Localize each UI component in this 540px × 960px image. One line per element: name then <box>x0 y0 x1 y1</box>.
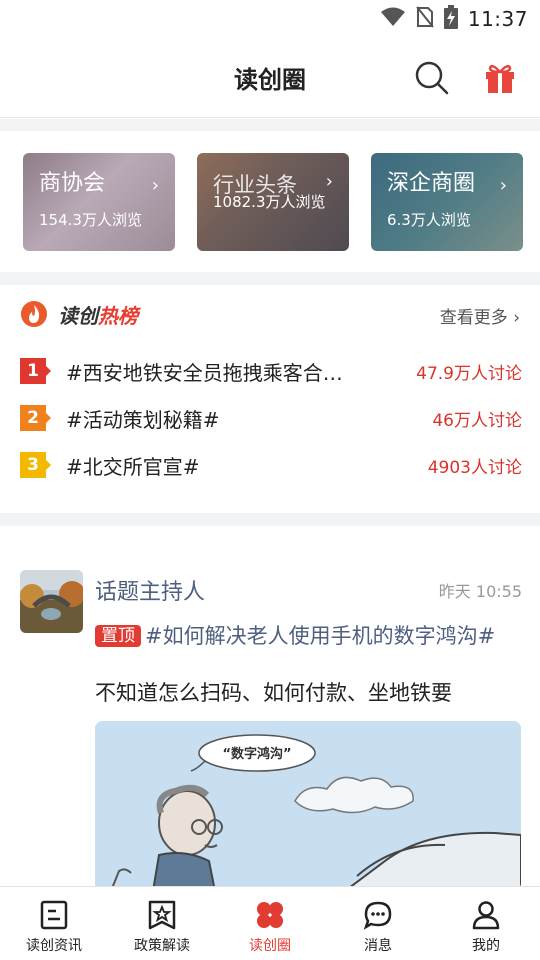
gift-icon <box>486 64 514 93</box>
hot-list-header: 读创热榜 <box>20 299 138 329</box>
post-topic: #如何解决老人使用手机的数字鸿沟# <box>145 624 496 648</box>
section-divider <box>0 272 540 285</box>
tab-messages[interactable]: 消息 <box>324 887 432 960</box>
chevron-right-icon: › <box>499 175 507 196</box>
hot-list-item[interactable]: 2 #活动策划秘籍# 46万人讨论 <box>20 402 522 434</box>
hot-title-part2: 热榜 <box>98 303 138 328</box>
chevron-right-icon: › <box>325 171 333 192</box>
section-divider <box>0 513 540 526</box>
hot-list-title: 读创热榜 <box>58 300 138 329</box>
fire-icon <box>21 301 47 327</box>
rank-badge: 3 <box>20 452 51 478</box>
post-card[interactable]: 话题主持人 昨天 10:55 置顶 #如何解决老人使用手机的数字鸿沟# 不知道怎么… <box>0 526 540 891</box>
circle-views: 154.3万人浏览 <box>39 211 142 229</box>
circle-cards: 商协会 › 154.3万人浏览 行业头条 › 1082.3万人浏览 深企商圈 ›… <box>0 131 540 272</box>
wifi-icon <box>380 6 406 32</box>
tab-circle[interactable]: 读创圈 <box>216 887 324 960</box>
post-author[interactable]: 话题主持人 <box>95 574 205 606</box>
view-more-link[interactable]: 查看更多 › <box>440 303 520 328</box>
circle-card-business-assoc[interactable]: 商协会 › 154.3万人浏览 <box>23 153 175 251</box>
status-time: 11:37 <box>467 7 528 31</box>
hot-topic: #活动策划秘籍# <box>66 407 220 432</box>
hot-topic: #北交所官宣# <box>66 454 200 479</box>
gift-button[interactable] <box>480 58 520 98</box>
circle-card-industry-headlines[interactable]: 行业头条 › 1082.3万人浏览 <box>197 153 349 251</box>
hot-list-item[interactable]: 1 #西安地铁安全员拖拽乘客合… 47.9万人讨论 <box>20 355 522 387</box>
status-bar: 11:37 <box>0 0 540 38</box>
chevron-right-icon: › <box>151 175 159 196</box>
post-time: 昨天 10:55 <box>438 582 522 601</box>
hot-list: 读创热榜 查看更多 › 1 #西安地铁安全员拖拽乘客合… 47.9万人讨论 2 … <box>0 285 540 513</box>
hot-count: 46万人讨论 <box>432 410 522 431</box>
circle-views: 1082.3万人浏览 <box>213 193 326 211</box>
hot-count: 47.9万人讨论 <box>416 363 522 384</box>
search-button[interactable] <box>412 58 452 98</box>
circle-card-shenzhen-business[interactable]: 深企商圈 › 6.3万人浏览 <box>371 153 523 251</box>
tab-policy[interactable]: 政策解读 <box>108 887 216 960</box>
tab-label: 我的 <box>472 938 500 954</box>
news-icon <box>38 899 70 931</box>
app-header: 读创圈 <box>0 38 540 118</box>
status-icons: 11:37 <box>380 4 528 34</box>
circle-name: 深企商圈 <box>387 171 476 196</box>
image-caption: “数字鸿沟” <box>222 746 291 762</box>
hot-count: 4903人讨论 <box>427 457 522 478</box>
post-body: 不知道怎么扫码、如何付款、坐地铁要 <box>95 681 452 705</box>
bottom-tab-bar: 读创资讯 政策解读 读创圈 消息 我的 <box>0 886 540 960</box>
rank-badge: 1 <box>20 358 51 384</box>
tab-label: 读创资讯 <box>26 938 82 954</box>
policy-star-icon <box>146 899 178 931</box>
post-title[interactable]: 置顶 #如何解决老人使用手机的数字鸿沟# <box>95 622 520 650</box>
pinned-badge: 置顶 <box>95 625 141 647</box>
hot-title-part1: 读创 <box>58 303 98 328</box>
tab-label: 读创圈 <box>249 938 291 954</box>
no-sim-icon <box>416 6 434 32</box>
hot-list-item[interactable]: 3 #北交所官宣# 4903人讨论 <box>20 449 522 481</box>
page-title: 读创圈 <box>234 66 306 94</box>
battery-charging-icon <box>443 5 458 33</box>
tab-me[interactable]: 我的 <box>432 887 540 960</box>
avatar[interactable] <box>20 570 83 633</box>
section-divider <box>0 119 540 131</box>
person-icon <box>470 899 502 931</box>
message-bubble-icon <box>362 899 394 931</box>
circle-name: 商协会 <box>39 171 106 196</box>
rank-badge: 2 <box>20 405 51 431</box>
tab-label: 消息 <box>364 938 392 954</box>
tab-label: 政策解读 <box>134 938 190 954</box>
search-icon <box>415 61 449 95</box>
circle-views: 6.3万人浏览 <box>387 211 471 229</box>
circle-clover-icon <box>254 899 286 931</box>
tab-news[interactable]: 读创资讯 <box>0 887 108 960</box>
post-image[interactable]: “数字鸿沟” <box>95 721 521 891</box>
hot-topic: #西安地铁安全员拖拽乘客合… <box>66 360 343 385</box>
